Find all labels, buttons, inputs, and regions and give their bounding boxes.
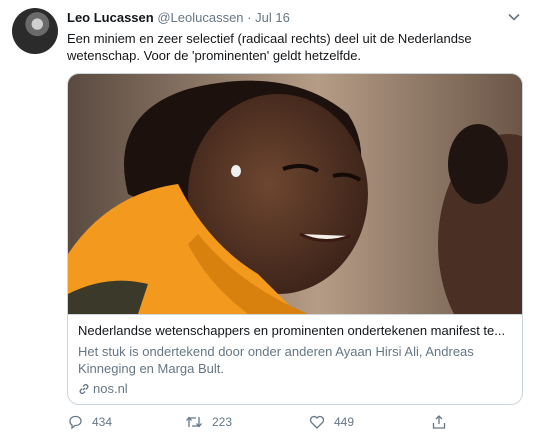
retweet-count: 223 bbox=[212, 415, 233, 429]
share-button[interactable] bbox=[431, 414, 456, 430]
like-count: 449 bbox=[334, 415, 355, 429]
card-domain-text: nos.nl bbox=[93, 381, 128, 396]
tweet-header: Leo Lucassen @Leolucassen · Jul 16 bbox=[67, 10, 290, 25]
share-icon bbox=[432, 415, 446, 429]
tweet-actions: 434 223 449 bbox=[67, 414, 507, 434]
card-description: Het stuk is ondertekend door onder ander… bbox=[78, 344, 474, 376]
author-handle[interactable]: @Leolucassen bbox=[157, 10, 243, 25]
avatar[interactable] bbox=[12, 8, 58, 54]
tweet-date[interactable]: Jul 16 bbox=[255, 10, 290, 25]
card-title[interactable]: Nederlandse wetenschappers en prominente… bbox=[78, 323, 512, 338]
reply-button[interactable]: 434 bbox=[67, 414, 112, 430]
link-card[interactable]: Nederlandse wetenschappers en prominente… bbox=[67, 73, 523, 405]
card-photo bbox=[68, 74, 522, 314]
header-separator: · bbox=[247, 10, 252, 25]
retweet-button[interactable]: 223 bbox=[185, 414, 232, 430]
link-icon bbox=[79, 383, 89, 394]
retweet-icon bbox=[186, 416, 202, 428]
card-domain[interactable]: nos.nl bbox=[78, 381, 128, 396]
like-button[interactable]: 449 bbox=[309, 414, 354, 430]
reply-icon bbox=[69, 415, 82, 430]
tweet-text: Een miniem en zeer selectief (radicaal r… bbox=[67, 31, 472, 63]
reply-count: 434 bbox=[92, 415, 113, 429]
chevron-down-icon[interactable] bbox=[507, 10, 521, 24]
author-name[interactable]: Leo Lucassen bbox=[67, 10, 154, 25]
card-body: Nederlandse wetenschappers en prominente… bbox=[68, 314, 522, 404]
like-icon bbox=[309, 415, 325, 429]
